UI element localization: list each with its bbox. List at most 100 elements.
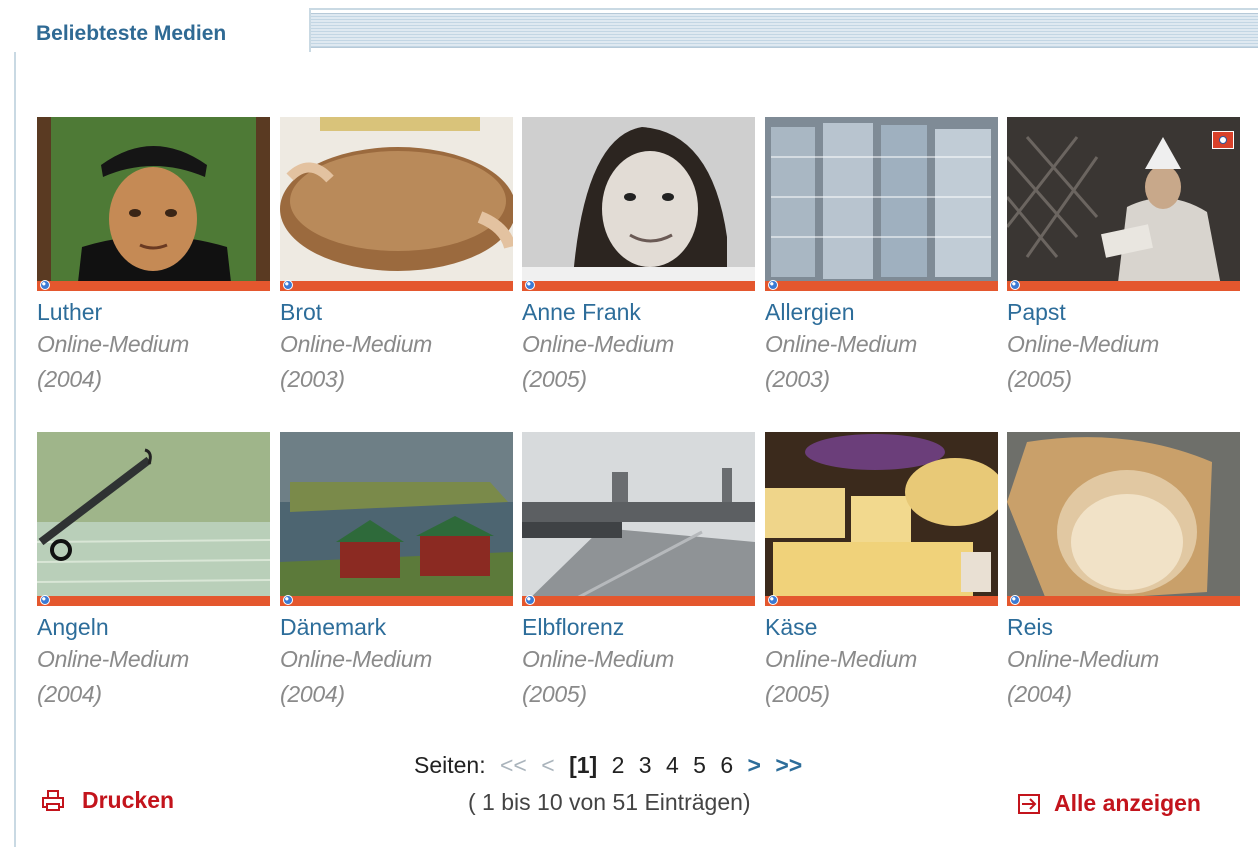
media-card[interactable]: Käse Online-Medium (2005) — [765, 432, 998, 712]
media-thumbnail[interactable] — [522, 432, 755, 606]
cheese-image — [765, 432, 998, 606]
media-year: (2004) — [37, 366, 102, 392]
media-type: Online-Medium — [37, 646, 190, 672]
first-page-link: << — [500, 752, 527, 778]
media-year: (2004) — [37, 681, 102, 707]
media-title[interactable]: Luther — [37, 297, 270, 327]
media-card[interactable]: Papst Online-Medium (2005) — [1007, 117, 1240, 397]
show-all-button[interactable]: Alle anzeigen — [1018, 790, 1201, 817]
media-type: Online-Medium — [280, 646, 433, 672]
media-title[interactable]: Papst — [1007, 297, 1240, 327]
fishing-image — [37, 432, 270, 606]
media-type: Online-Medium — [522, 331, 675, 357]
media-year: (2003) — [280, 366, 345, 392]
thumbnail-strip — [765, 596, 998, 606]
thumbnail-strip — [522, 281, 755, 291]
thumbnail-strip — [765, 281, 998, 291]
show-all-label[interactable]: Alle anzeigen — [1054, 790, 1201, 817]
media-thumbnail[interactable] — [1007, 117, 1240, 291]
header-decoration — [311, 13, 1258, 48]
thumbnail-strip — [280, 281, 513, 291]
media-year: (2005) — [765, 681, 830, 707]
bread-image — [280, 117, 513, 291]
page-link[interactable]: 4 — [666, 752, 679, 778]
media-type: Online-Medium — [765, 331, 918, 357]
next-page-link[interactable]: > — [748, 752, 761, 778]
thumbnail-strip — [1007, 281, 1240, 291]
print-label[interactable]: Drucken — [82, 787, 174, 814]
page-link[interactable]: 6 — [720, 752, 733, 778]
luther-portrait-image — [37, 117, 270, 291]
media-title[interactable]: Brot — [280, 297, 513, 327]
section-title: Beliebteste Medien — [36, 22, 227, 45]
prev-page-link: < — [541, 752, 555, 778]
media-year: (2003) — [765, 366, 830, 392]
media-title[interactable]: Anne Frank — [522, 297, 755, 327]
media-card[interactable]: Elbflorenz Online-Medium (2005) — [522, 432, 755, 712]
media-card[interactable]: Reis Online-Medium (2004) — [1007, 432, 1240, 712]
online-media-icon — [1010, 595, 1020, 605]
thumbnail-strip — [37, 281, 270, 291]
media-type: Online-Medium — [280, 331, 433, 357]
media-thumbnail[interactable] — [522, 117, 755, 291]
dresden-image — [522, 432, 755, 606]
thumbnail-strip — [522, 596, 755, 606]
media-year: (2004) — [1007, 681, 1072, 707]
media-thumbnail[interactable] — [37, 432, 270, 606]
media-card[interactable]: Brot Online-Medium (2003) — [280, 117, 513, 397]
media-title[interactable]: Angeln — [37, 612, 270, 642]
last-page-link[interactable]: >> — [775, 752, 802, 778]
media-title[interactable]: Käse — [765, 612, 998, 642]
allergies-image — [765, 117, 998, 291]
online-media-icon — [768, 595, 778, 605]
online-media-icon — [40, 280, 50, 290]
media-title[interactable]: Dänemark — [280, 612, 513, 642]
online-media-icon — [525, 280, 535, 290]
pope-image — [1007, 117, 1240, 291]
media-year: (2005) — [522, 681, 587, 707]
media-card[interactable]: Luther Online-Medium (2004) — [37, 117, 270, 397]
media-card[interactable]: Allergien Online-Medium (2003) — [765, 117, 998, 397]
media-thumbnail[interactable] — [1007, 432, 1240, 606]
page-link[interactable]: 5 — [693, 752, 706, 778]
entries-summary: ( 1 bis 10 von 51 Einträgen) — [468, 789, 751, 815]
media-title[interactable]: Reis — [1007, 612, 1240, 642]
media-year: (2005) — [522, 366, 587, 392]
pagination: Seiten: << < [1] 2 3 4 5 6 > >> — [414, 752, 810, 779]
thumbnail-strip — [1007, 596, 1240, 606]
print-button[interactable]: Drucken — [42, 787, 174, 814]
media-type: Online-Medium — [1007, 646, 1160, 672]
media-card[interactable]: Anne Frank Online-Medium (2005) — [522, 117, 755, 397]
pagination-label: Seiten: — [414, 752, 486, 778]
online-media-icon — [40, 595, 50, 605]
media-thumbnail[interactable] — [280, 432, 513, 606]
media-thumbnail[interactable] — [280, 117, 513, 291]
media-card[interactable]: Dänemark Online-Medium (2004) — [280, 432, 513, 712]
printer-icon — [42, 789, 64, 811]
media-title[interactable]: Elbflorenz — [522, 612, 755, 642]
thumbnail-strip — [280, 596, 513, 606]
enter-arrow-icon — [1018, 793, 1040, 814]
online-media-icon — [525, 595, 535, 605]
anne-frank-portrait-image — [522, 117, 755, 291]
media-year: (2004) — [280, 681, 345, 707]
page-link[interactable]: 3 — [639, 752, 652, 778]
media-thumbnail[interactable] — [37, 117, 270, 291]
denmark-image — [280, 432, 513, 606]
media-thumbnail[interactable] — [765, 117, 998, 291]
media-thumbnail[interactable] — [765, 432, 998, 606]
thumbnail-strip — [37, 596, 270, 606]
media-type: Online-Medium — [522, 646, 675, 672]
media-card[interactable]: Angeln Online-Medium (2004) — [37, 432, 270, 712]
online-media-icon — [283, 280, 293, 290]
page-link-current: [1] — [569, 752, 598, 778]
media-type: Online-Medium — [37, 331, 190, 357]
flag-icon — [1212, 131, 1234, 149]
online-media-icon — [1010, 280, 1020, 290]
page-link[interactable]: 2 — [612, 752, 625, 778]
media-year: (2005) — [1007, 366, 1072, 392]
media-type: Online-Medium — [1007, 331, 1160, 357]
media-title[interactable]: Allergien — [765, 297, 998, 327]
media-type: Online-Medium — [765, 646, 918, 672]
rice-image — [1007, 432, 1240, 606]
